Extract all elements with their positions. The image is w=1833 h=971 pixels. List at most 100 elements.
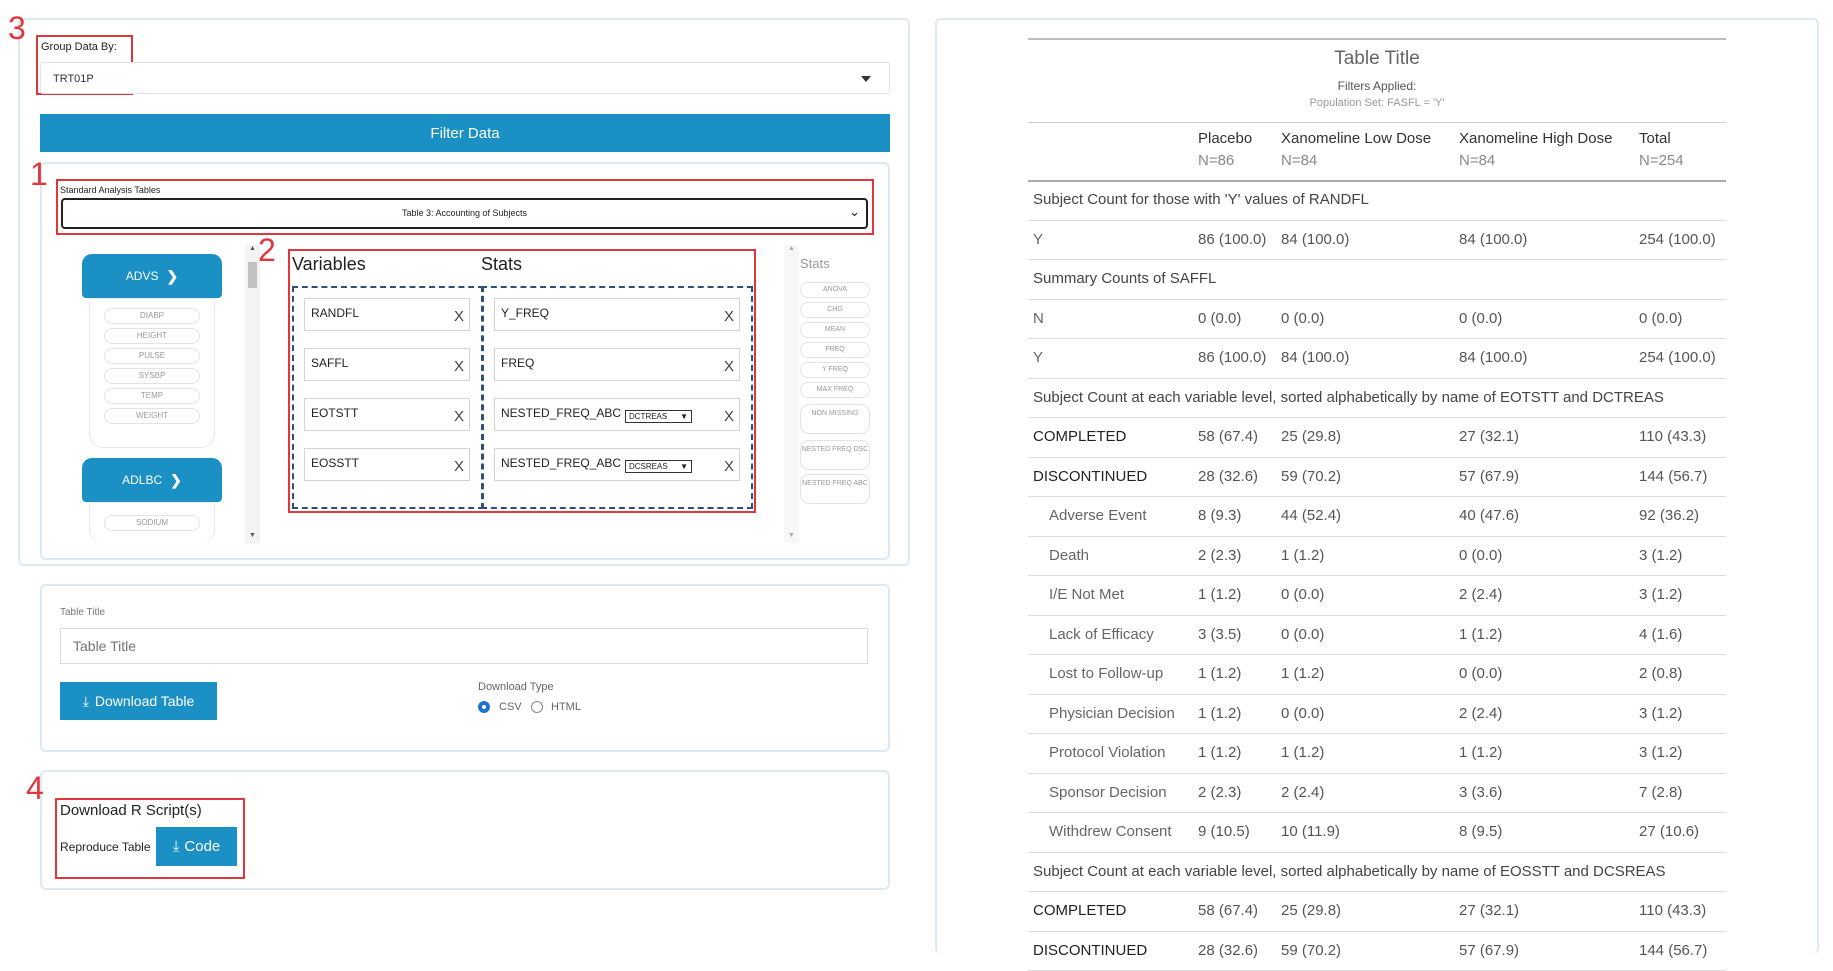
table-row-label: I/E Not Met (1049, 586, 1125, 603)
table-cell: 44 (52.4) (1281, 507, 1342, 524)
scroll-down-icon: ▼ (249, 532, 256, 539)
nested-variable-select[interactable]: DCSREAS ▼ (625, 460, 692, 473)
table-cell: 3 (3.6) (1459, 783, 1503, 801)
table-row-label: Lost to Follow-up (1049, 665, 1164, 682)
annotation-2: 2 (258, 232, 276, 268)
table-cell: 0 (0.0) (1281, 704, 1325, 722)
stat-option-pill[interactable]: MAX FREQ (800, 382, 870, 398)
table-cell: 144 (56.7) (1639, 941, 1708, 959)
stat-option-pill[interactable]: Y FREQ (800, 362, 870, 378)
scroll-down-icon: ▼ (788, 532, 795, 539)
table-row-divider (1028, 536, 1726, 537)
variable-chip[interactable]: EOSSTT X (304, 448, 470, 481)
group-by-label: Group Data By: (41, 41, 117, 53)
stat-option-pill[interactable]: ANOVA (800, 282, 870, 298)
stats-panel-title: Stats (800, 256, 830, 271)
variable-pill[interactable]: WEIGHT (104, 408, 200, 424)
stat-option-pill[interactable]: NON MISSING (800, 404, 870, 434)
remove-icon[interactable]: X (454, 458, 464, 475)
population-label: Population Set: FASFL = 'Y' (1309, 97, 1445, 109)
remove-icon[interactable]: X (724, 408, 734, 425)
table-title: Table Title (1334, 48, 1420, 69)
radio-csv[interactable] (478, 701, 490, 713)
stat-option-pill[interactable]: MEAN (800, 322, 870, 338)
remove-icon[interactable]: X (454, 408, 464, 425)
remove-icon[interactable]: X (724, 358, 734, 375)
table-section-label: Summary Counts of SAFFL (1033, 270, 1217, 287)
variable-chip[interactable]: EOTSTT X (304, 398, 470, 431)
table-row-divider (1028, 457, 1726, 458)
remove-icon[interactable]: X (454, 358, 464, 375)
filter-data-button[interactable]: Filter Data (40, 114, 890, 152)
stats-scrollbar[interactable] (784, 245, 799, 543)
script-panel-title: Download R Script(s) (60, 802, 202, 819)
table-cell: 59 (70.2) (1281, 467, 1342, 485)
dataset-header-adlbc[interactable]: ADLBC ❯ (82, 458, 222, 502)
stat-chip[interactable]: FREQ X (494, 348, 740, 381)
analysis-label: Standard Analysis Tables (60, 185, 161, 195)
column-header: Total (1639, 130, 1671, 147)
variable-pill[interactable]: SODIUM (104, 515, 200, 531)
table-cell: 84 (100.0) (1281, 230, 1350, 248)
stat-option-pill[interactable]: CHG (800, 302, 870, 318)
stat-chip-label: NESTED_FREQ_ABC (501, 456, 622, 470)
analysis-select-value: Table 3: Accounting of Subjects (401, 208, 528, 218)
variable-pill[interactable]: HEIGHT (104, 328, 200, 344)
variable-chip[interactable]: SAFFL X (304, 348, 470, 381)
table-cell: 1 (1.2) (1459, 744, 1503, 761)
table-cell: 0 (0.0) (1639, 309, 1683, 327)
table-cell: 1 (1.2) (1281, 665, 1325, 682)
variable-chip-label: EOSSTT (311, 456, 360, 470)
table-cell: 144 (56.7) (1639, 467, 1708, 485)
table-cell: 57 (67.9) (1459, 467, 1520, 485)
table-cell: 58 (67.4) (1198, 428, 1259, 445)
variable-pill[interactable]: DIABP (104, 308, 200, 324)
sidebar-scrollbar[interactable] (245, 245, 260, 543)
table-row-divider (1028, 299, 1726, 300)
remove-icon[interactable]: X (724, 308, 734, 325)
radio-html[interactable] (531, 701, 543, 713)
variable-pill-label: TEMP (140, 391, 164, 400)
table-cell: 1 (1.2) (1281, 744, 1325, 761)
stat-option-pill[interactable]: NESTED FREQ ABC (800, 474, 870, 504)
table-cell: 25 (29.8) (1281, 902, 1342, 919)
remove-icon[interactable]: X (454, 308, 464, 325)
table-cell: 57 (67.9) (1459, 941, 1520, 959)
analysis-select[interactable]: Table 3: Accounting of Subjects ⌄ (61, 198, 868, 229)
table-cell: 84 (100.0) (1459, 349, 1528, 366)
stat-option-pill[interactable]: NESTED FREQ DSC (800, 440, 870, 470)
table-cell: 254 (100.0) (1639, 230, 1716, 248)
table-cell: 0 (0.0) (1281, 625, 1325, 643)
chevron-down-icon: ▼ (680, 412, 688, 421)
stat-chip-label: Y_FREQ (501, 306, 550, 320)
variable-pill[interactable]: SYSBP (104, 368, 200, 384)
stat-option-pill[interactable]: FREQ (800, 342, 870, 358)
stat-chip[interactable]: NESTED_FREQ_ABC X DCSREAS ▼ (494, 448, 740, 481)
table-cell: 0 (0.0) (1459, 665, 1503, 682)
remove-icon[interactable]: X (724, 458, 734, 475)
table-cell: 0 (0.0) (1459, 309, 1503, 327)
table-title-input[interactable] (60, 628, 868, 664)
column-header: Xanomeline Low Dose (1281, 130, 1432, 147)
code-button[interactable]: ⤓ Code (156, 827, 237, 866)
scroll-up-icon: ▲ (249, 245, 256, 252)
group-by-select[interactable]: TRT01P (40, 62, 890, 94)
nested-variable-value: DCTREAS (629, 412, 668, 421)
variable-pill[interactable]: TEMP (104, 388, 200, 404)
download-table-button[interactable]: ⤓ Download Table (60, 682, 217, 720)
table-cell: 28 (32.6) (1198, 941, 1259, 959)
table-cell: 2 (2.4) (1459, 704, 1503, 722)
table-row-label: N (1033, 309, 1044, 327)
variable-pill-label: HEIGHT (136, 331, 168, 340)
table-row-divider (1028, 694, 1726, 695)
sidebar-scroll-thumb[interactable] (248, 262, 257, 288)
variable-pill[interactable]: PULSE (104, 348, 200, 364)
nested-variable-select[interactable]: DCTREAS ▼ (625, 410, 692, 423)
stat-chip[interactable]: NESTED_FREQ_ABC X DCTREAS ▼ (494, 398, 740, 431)
dataset-header-advs[interactable]: ADVS ❯ (82, 254, 222, 298)
stat-chip[interactable]: Y_FREQ X (494, 298, 740, 331)
table-row-label: Protocol Violation (1049, 744, 1166, 761)
annotation-1: 1 (30, 156, 48, 192)
variable-chip[interactable]: RANDFL X (304, 298, 470, 331)
table-cell: 9 (10.5) (1198, 823, 1250, 840)
